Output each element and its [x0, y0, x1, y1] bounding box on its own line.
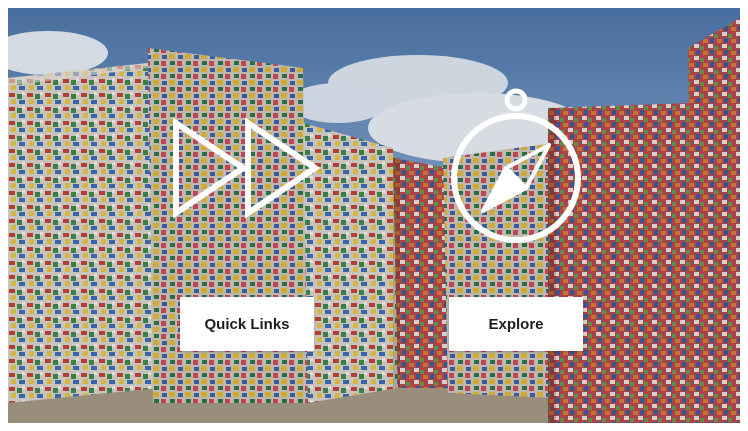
quick-links-button[interactable]: Quick Links — [180, 297, 314, 351]
image-overlay — [8, 8, 740, 423]
explore-button[interactable]: Explore — [449, 297, 583, 351]
compass-icon — [451, 88, 581, 243]
fast-forward-icon — [173, 117, 321, 219]
hero-panel: Quick Links Explore — [8, 8, 740, 423]
